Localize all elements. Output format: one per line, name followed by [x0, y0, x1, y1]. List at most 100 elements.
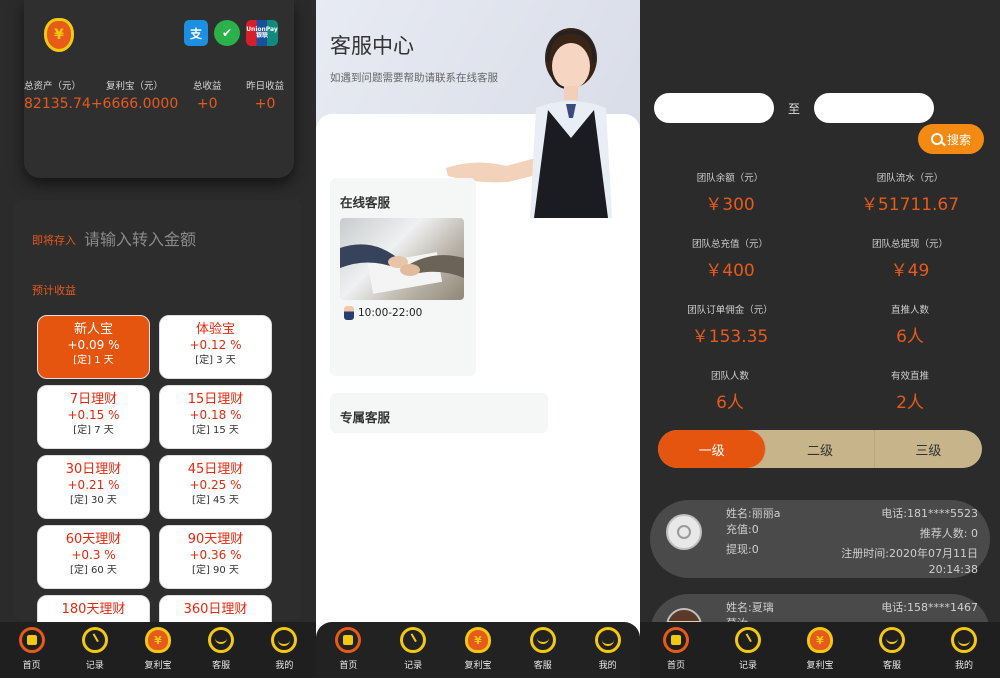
tab-level-1[interactable]: 一级: [658, 430, 767, 468]
product-name: 360日理财: [183, 602, 248, 617]
level-tabs: 一级 二级 三级: [658, 430, 982, 468]
member-phone: 电话:181****5523: [881, 507, 978, 520]
end-date-input[interactable]: [814, 93, 935, 123]
team-stat: 团队订单佣金（元） ￥153.35: [640, 302, 820, 354]
stat-label: 总收益: [192, 81, 222, 92]
nav-label: 复利宝: [144, 661, 172, 671]
product-grid: 新人宝 +0.09 % [定] 1 天 体验宝 +0.12 % [定] 3 天 …: [37, 315, 273, 659]
nav-records[interactable]: 记录: [67, 627, 123, 671]
nav-records[interactable]: 记录: [385, 627, 441, 671]
smile-icon: [594, 627, 621, 653]
nav-records[interactable]: 记录: [720, 627, 776, 671]
nav-compound[interactable]: 复利宝: [450, 627, 506, 671]
team-stat-value: ￥400: [705, 261, 755, 281]
nav-home[interactable]: 首页: [648, 627, 704, 671]
user-icon: [677, 525, 691, 539]
member-reg-date: 注册时间:2020年07月11日: [841, 547, 978, 560]
unionpay-icon[interactable]: UnionPay 银联: [246, 20, 278, 46]
tab-level-3[interactable]: 三级: [875, 430, 982, 468]
exclusive-service-card[interactable]: 专属客服: [330, 393, 548, 433]
team-stat-value: 2人: [896, 393, 924, 413]
clock-icon: [81, 627, 108, 653]
team-stat-label: 有效直推: [890, 371, 929, 382]
search-icon: [930, 133, 943, 145]
avatar: [666, 514, 702, 550]
nav-label: 客服: [533, 661, 552, 671]
team-stat-label: 团队订单佣金（元）: [687, 305, 773, 316]
team-stat-label: 团队总充值（元）: [691, 239, 768, 250]
product-term: [定] 60 天: [70, 565, 117, 576]
nav-mine[interactable]: 我的: [256, 627, 312, 671]
product-card[interactable]: 7日理财 +0.15 % [定] 7 天: [37, 385, 150, 449]
date-separator: 至: [788, 101, 801, 116]
product-name: 30日理财: [65, 462, 122, 477]
member-details: 电话:181****5523 推荐人数: 0 注册时间:2020年07月11日 …: [841, 506, 978, 578]
product-name: 体验宝: [195, 322, 235, 337]
alipay-icon[interactable]: 支: [184, 20, 208, 46]
start-date-input[interactable]: [654, 93, 774, 123]
exclusive-service-title: 专属客服: [340, 410, 391, 425]
money-bag-icon: [144, 627, 171, 653]
tab-level-2[interactable]: 二级: [766, 430, 875, 468]
product-card[interactable]: 15日理财 +0.18 % [定] 15 天: [159, 385, 272, 449]
team-stat: 团队总提现（元） ￥49: [820, 236, 1000, 288]
smile-icon: [951, 627, 977, 653]
wechat-pay-icon[interactable]: ✔: [214, 20, 240, 46]
nav-label: 复利宝: [464, 661, 492, 671]
product-rate: +0.21 %: [67, 478, 120, 492]
nav-compound[interactable]: 复利宝: [792, 627, 848, 671]
service-hours-text: 10:00-22:00: [358, 307, 423, 319]
product-card[interactable]: 45日理财 +0.25 % [定] 45 天: [159, 455, 272, 519]
nav-label: 客服: [882, 661, 901, 671]
deposit-row: 即将存入: [32, 230, 264, 249]
deposit-amount-input[interactable]: [84, 230, 264, 249]
member-info: 姓名:丽丽a 充值:0 提现:0: [726, 506, 782, 558]
deposit-card: 即将存入 预计收益 新人宝 +0.09 % [定] 1 天 体验宝 +0.12 …: [14, 200, 302, 659]
bottom-nav: 首页 记录 复利宝 客服 我的: [640, 622, 1000, 678]
product-card[interactable]: 30日理财 +0.21 % [定] 30 天: [37, 455, 150, 519]
nav-home[interactable]: 首页: [4, 627, 60, 671]
product-card[interactable]: 60天理财 +0.3 % [定] 60 天: [37, 525, 150, 589]
product-name: 90天理财: [187, 532, 244, 547]
member-phone: 电话:158****1467: [881, 601, 978, 614]
product-card[interactable]: 新人宝 +0.09 % [定] 1 天: [37, 315, 150, 379]
smile-icon: [271, 627, 298, 653]
nav-home[interactable]: 首页: [320, 627, 376, 671]
nav-service[interactable]: 客服: [515, 627, 571, 671]
product-rate: +0.36 %: [189, 548, 242, 562]
product-card[interactable]: 90天理财 +0.36 % [定] 90 天: [159, 525, 272, 589]
nav-mine[interactable]: 我的: [580, 627, 636, 671]
product-term: [定] 3 天: [195, 355, 236, 366]
stat-total-income: 总收益 +0: [178, 78, 236, 112]
online-service-card[interactable]: 在线客服 10:00-22:00: [330, 178, 476, 376]
member-name: 姓名:丽丽a: [726, 507, 781, 520]
stat-compound: 复利宝（元） +6666.0000: [91, 78, 178, 112]
nav-service[interactable]: 客服: [193, 627, 249, 671]
nav-service[interactable]: 客服: [864, 627, 920, 671]
product-name: 45日理财: [187, 462, 244, 477]
nav-label: 首页: [666, 661, 685, 671]
home-panel: ¥ 支 ✔ UnionPay 银联 总资产（元） 82135.74 复利宝（元）…: [0, 0, 316, 678]
member-card[interactable]: 姓名:丽丽a 充值:0 提现:0 电话:181****5523 推荐人数: 0 …: [650, 500, 990, 578]
nav-label: 客服: [212, 661, 231, 671]
product-card[interactable]: 体验宝 +0.12 % [定] 3 天: [159, 315, 272, 379]
team-stat-value: 6人: [896, 327, 924, 347]
team-stat-label: 团队余额（元）: [696, 173, 764, 184]
member-reg-time: 20:14:38: [928, 563, 978, 576]
team-stat: 团队流水（元） ￥51711.67: [820, 170, 1000, 222]
member-withdraw: 提现:0: [726, 543, 759, 556]
home-icon: [18, 627, 45, 653]
money-bag-logo-icon: ¥: [44, 18, 74, 52]
search-button[interactable]: 搜索: [918, 124, 984, 154]
product-name: 60天理财: [65, 532, 122, 547]
product-term: [定] 7 天: [73, 425, 114, 436]
team-stat: 团队余额（元） ￥300: [640, 170, 820, 222]
nav-mine[interactable]: 我的: [936, 627, 992, 671]
expected-income-label: 预计收益: [32, 284, 76, 297]
asset-stats: 总资产（元） 82135.74 复利宝（元） +6666.0000 总收益 +0…: [24, 78, 294, 112]
nav-label: 首页: [22, 661, 41, 671]
product-term: [定] 90 天: [192, 565, 239, 576]
nav-compound[interactable]: 复利宝: [130, 627, 186, 671]
nav-label: 记录: [85, 661, 104, 671]
stat-value: +0: [196, 96, 218, 112]
